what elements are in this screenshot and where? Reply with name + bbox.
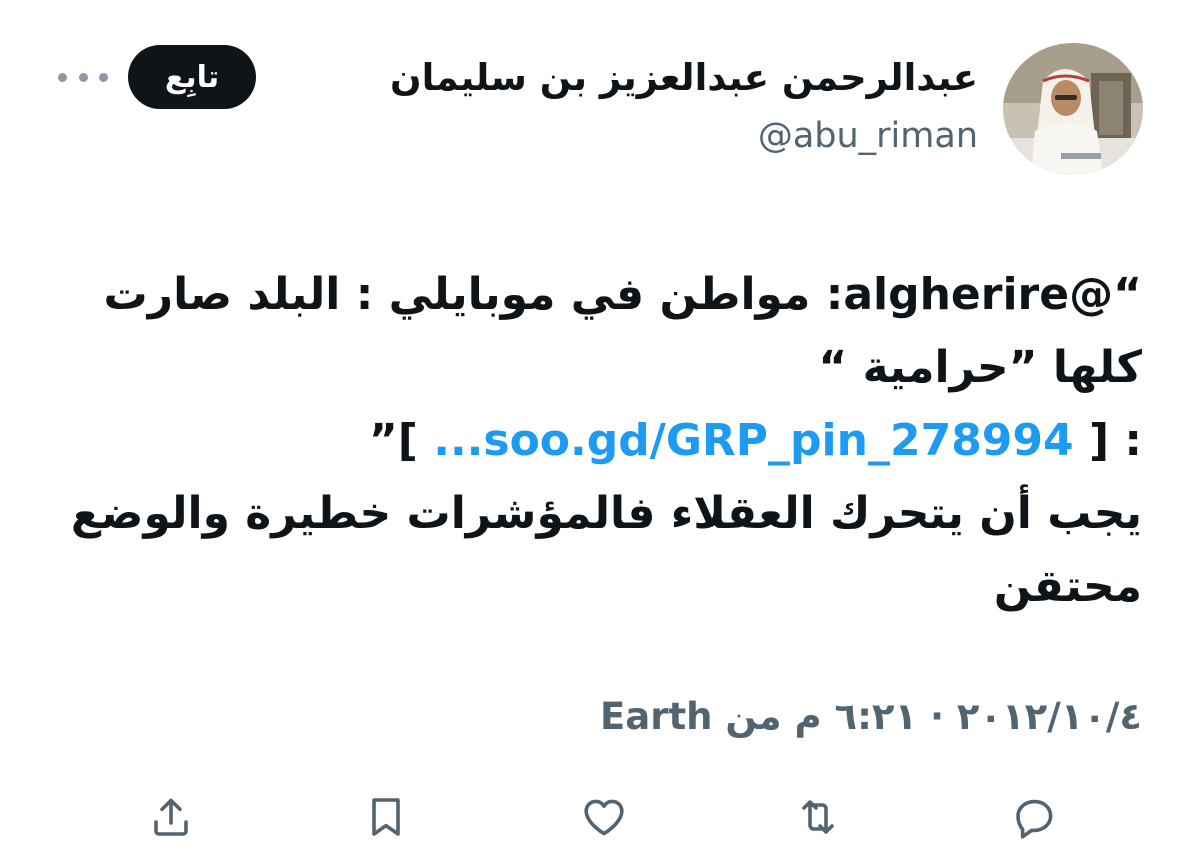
tweet-date[interactable]: ٢٠١٢/١٠/٤ [957, 695, 1142, 738]
tweet-text: “@algherire: مواطن في موبايلي : البلد صا… [42, 258, 1142, 623]
tweet-line: كلها ”حرامية “ [818, 342, 1142, 393]
tweet-line: محتقن [993, 561, 1142, 612]
follow-button[interactable]: تابِع [128, 45, 256, 109]
tweet-line: يجب أن يتحرك العقلاء فالمؤشرات خطيرة وال… [70, 488, 1142, 539]
tweet-meta: ٢٠١٢/١٠/٤ · ٦:٢١ م من Earth [600, 690, 1142, 744]
author-display-name[interactable]: عبدالرحمن عبدالعزيز بن سليمان [390, 52, 978, 104]
like-button[interactable] [576, 785, 632, 849]
tweet-line: “@algherire: مواطن في موبايلي : البلد صا… [103, 269, 1142, 320]
link-suffix: ]” [368, 415, 434, 466]
more-options-button[interactable] [58, 60, 108, 94]
tweet-source[interactable]: Earth [600, 695, 713, 738]
share-button[interactable] [143, 785, 199, 849]
reply-icon [1016, 799, 1053, 839]
tweet-card: عبدالرحمن عبدالعزيز بن سليمان @abu_riman… [0, 0, 1200, 868]
bookmark-button[interactable] [358, 785, 414, 849]
action-bar [0, 785, 1200, 855]
link-prefix: : [ [1073, 415, 1142, 466]
source-prefix: من [725, 695, 782, 738]
tweet-time[interactable]: ٦:٢١ م [795, 695, 918, 738]
retweet-button[interactable] [790, 785, 846, 849]
heart-icon [584, 799, 624, 836]
author-handle[interactable]: @abu_riman [758, 112, 978, 160]
bookmark-icon [372, 798, 400, 836]
tweet-link[interactable]: soo.gd/GRP_pin_278994... [433, 415, 1073, 466]
share-icon [154, 798, 188, 836]
retweet-icon [802, 800, 834, 834]
tweet-link-line: : [ soo.gd/GRP_pin_278994... ]” [42, 404, 1142, 477]
more-dot-icon [78, 72, 88, 82]
more-dot-icon [99, 72, 108, 82]
meta-separator: · [929, 695, 944, 738]
avatar-photo [1003, 43, 1143, 175]
reply-button[interactable] [1006, 785, 1062, 849]
more-dot-icon [58, 72, 67, 82]
avatar[interactable] [1003, 43, 1143, 175]
